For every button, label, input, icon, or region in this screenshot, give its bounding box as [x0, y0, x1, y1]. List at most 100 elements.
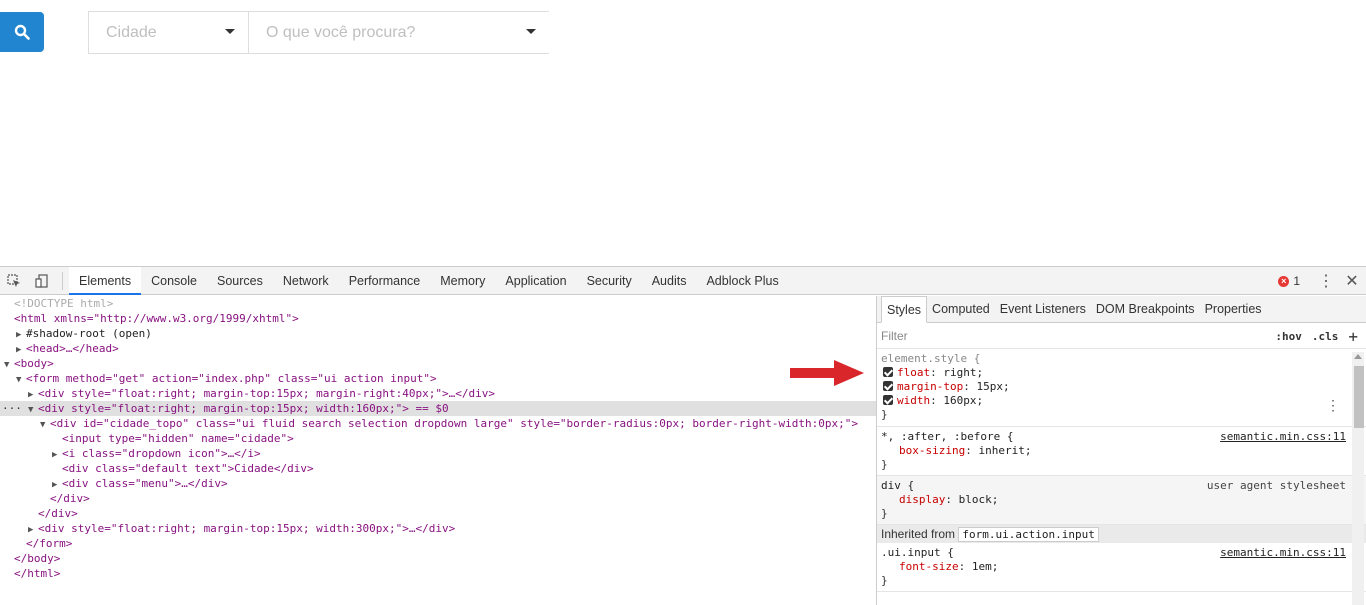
error-icon: ×: [1278, 275, 1290, 287]
rule-source-link[interactable]: semantic.min.css:11: [1220, 546, 1346, 560]
rule-close: }: [881, 458, 888, 471]
tab-adblock-plus[interactable]: Adblock Plus: [696, 267, 788, 295]
dom-node-line[interactable]: ▶ <div style="float:right; margin-top:15p…: [0, 521, 876, 536]
ui-input-rule[interactable]: .ui.input { semantic.min.css:11 font-siz…: [877, 543, 1366, 592]
dom-node-text: <div id="cidade_topo" class="ui fluid se…: [50, 417, 858, 430]
dom-node-text: </div>: [50, 492, 90, 505]
dom-node-text: <input type="hidden" name="cidade">: [62, 432, 294, 445]
tab-audits[interactable]: Audits: [642, 267, 697, 295]
tab-properties[interactable]: Properties: [1200, 296, 1267, 323]
dom-node-text: <html xmlns="http://www.w3.org/1999/xhtm…: [14, 312, 299, 325]
search-icon: [14, 24, 30, 40]
css-declaration[interactable]: margin-top: 15px;: [881, 380, 1362, 394]
dom-node-line[interactable]: </html>: [0, 566, 876, 581]
city-dropdown[interactable]: Cidade: [88, 11, 249, 54]
dom-node-line[interactable]: ▶ <head>…</head>: [0, 341, 876, 356]
inherited-label: Inherited from: [881, 527, 956, 541]
dom-node-line[interactable]: ▼ <form method="get" action="index.php" c…: [0, 371, 876, 386]
dom-node-line[interactable]: ▶ #shadow-root (open): [0, 326, 876, 341]
tab-sources[interactable]: Sources: [207, 267, 273, 295]
checkbox[interactable]: [883, 367, 893, 377]
css-value[interactable]: right;: [943, 366, 983, 379]
inspect-element-icon[interactable]: [0, 267, 28, 295]
tab-application[interactable]: Application: [495, 267, 576, 295]
tab-console[interactable]: Console: [141, 267, 207, 295]
dom-node-line[interactable]: </div>: [0, 491, 876, 506]
dom-node-text: <form method="get" action="index.php" cl…: [26, 372, 437, 385]
tab-memory[interactable]: Memory: [430, 267, 495, 295]
styles-filter[interactable]: Filter :hov .cls +: [877, 323, 1366, 349]
dom-node-line[interactable]: </div>: [0, 506, 876, 521]
css-value[interactable]: inherit;: [978, 444, 1031, 457]
search-dropdown-text: O que você procura?: [266, 23, 416, 41]
chevron-down-icon: [225, 29, 235, 34]
inherited-from-link[interactable]: form.ui.action.input: [958, 527, 1099, 542]
css-value: block;: [958, 493, 999, 506]
css-property[interactable]: font-size: [899, 560, 959, 573]
scrollbar-thumb[interactable]: [1354, 366, 1364, 428]
more-icon[interactable]: ···: [2, 401, 22, 416]
styles-pane: Styles Computed Event Listeners DOM Breakpo…: [876, 296, 1366, 605]
rule-close: }: [881, 574, 888, 587]
css-property[interactable]: margin-top: [897, 380, 963, 393]
dom-node-line[interactable]: ▶ <div style="float:right; margin-top:15p…: [0, 386, 876, 401]
dom-node-text: <body>: [14, 357, 54, 370]
tab-network[interactable]: Network: [273, 267, 339, 295]
dom-node-line[interactable]: ▶ <div class="menu">…</div>: [0, 476, 876, 491]
dom-node-line[interactable]: <div class="default text">Cidade</div>: [0, 461, 876, 476]
search-button[interactable]: [0, 12, 44, 52]
add-rule-button[interactable]: +: [1348, 327, 1358, 346]
hov-toggle[interactable]: :hov: [1275, 330, 1302, 343]
more-options-icon[interactable]: ⋮: [1314, 267, 1338, 295]
tab-performance[interactable]: Performance: [339, 267, 431, 295]
dom-node-line[interactable]: ··· ▼ <div style="float:right; margin-top:…: [0, 401, 876, 416]
tab-styles[interactable]: Styles: [881, 296, 928, 323]
checkbox[interactable]: [883, 395, 893, 405]
dom-node-text: <div style="float:right; margin-top:15px…: [38, 522, 456, 535]
dom-node-line[interactable]: ▼ <div id="cidade_topo" class="ui fluid s…: [0, 416, 876, 431]
dom-node-line[interactable]: ▼ <body>: [0, 356, 876, 371]
error-badge[interactable]: × 1: [1278, 274, 1300, 288]
error-count: 1: [1293, 274, 1300, 288]
tab-event-listeners[interactable]: Event Listeners: [995, 296, 1091, 323]
css-property[interactable]: box-sizing: [899, 444, 965, 457]
dom-node-line[interactable]: </body>: [0, 551, 876, 566]
city-dropdown-text: Cidade: [106, 23, 157, 41]
dom-node-line[interactable]: <html xmlns="http://www.w3.org/1999/xhtm…: [0, 311, 876, 326]
css-property[interactable]: width: [897, 394, 930, 407]
css-value[interactable]: 1em;: [972, 560, 999, 573]
tab-security[interactable]: Security: [577, 267, 642, 295]
css-declaration[interactable]: float: right;: [881, 366, 1362, 380]
dom-node-text: </body>: [14, 552, 61, 565]
elements-tree: <!DOCTYPE html> <html xmlns="http://www.w…: [0, 296, 876, 605]
devtools-toolbar: Elements Console Sources Network Performance…: [0, 266, 1366, 295]
css-value[interactable]: 15px;: [976, 380, 1009, 393]
dom-node-line[interactable]: </form>: [0, 536, 876, 551]
search-dropdown[interactable]: O que você procura?: [248, 11, 549, 54]
device-toolbar-icon[interactable]: [28, 267, 56, 295]
inherited-header: Inherited from form.ui.action.input: [877, 525, 1366, 543]
css-property[interactable]: float: [897, 366, 930, 379]
tab-dom-breakpoints[interactable]: DOM Breakpoints: [1091, 296, 1200, 323]
css-declaration[interactable]: width: 160px;: [881, 394, 1362, 408]
styles-scrollbar[interactable]: [1352, 352, 1364, 605]
dom-node-text: <i class="dropdown icon">…</i>: [62, 447, 261, 460]
cls-toggle[interactable]: .cls: [1312, 330, 1339, 343]
rule-options-icon[interactable]: ⋮: [1326, 399, 1340, 413]
dom-node-line[interactable]: <!DOCTYPE html>: [0, 296, 876, 311]
dom-node-line[interactable]: <input type="hidden" name="cidade">: [0, 431, 876, 446]
rule-source-label: user agent stylesheet: [1206, 479, 1346, 492]
scroll-up-icon[interactable]: [1354, 354, 1362, 359]
red-arrow-annotation: [790, 360, 864, 386]
universal-rule[interactable]: *, :after, :before { semantic.min.css:11…: [877, 427, 1366, 476]
tab-computed[interactable]: Computed: [927, 296, 995, 323]
filter-input[interactable]: Filter: [881, 329, 908, 343]
element-style-rule[interactable]: element.style { float: right; margin-top:…: [877, 349, 1366, 427]
css-value[interactable]: 160px;: [943, 394, 983, 407]
checkbox[interactable]: [883, 381, 893, 391]
dom-node-line[interactable]: ▶ <i class="dropdown icon">…</i>: [0, 446, 876, 461]
div-rule: div { user agent stylesheet display: blo…: [877, 476, 1366, 525]
close-icon[interactable]: ✕: [1338, 267, 1366, 295]
tab-elements[interactable]: Elements: [69, 266, 142, 295]
rule-source-link[interactable]: semantic.min.css:11: [1220, 430, 1346, 444]
